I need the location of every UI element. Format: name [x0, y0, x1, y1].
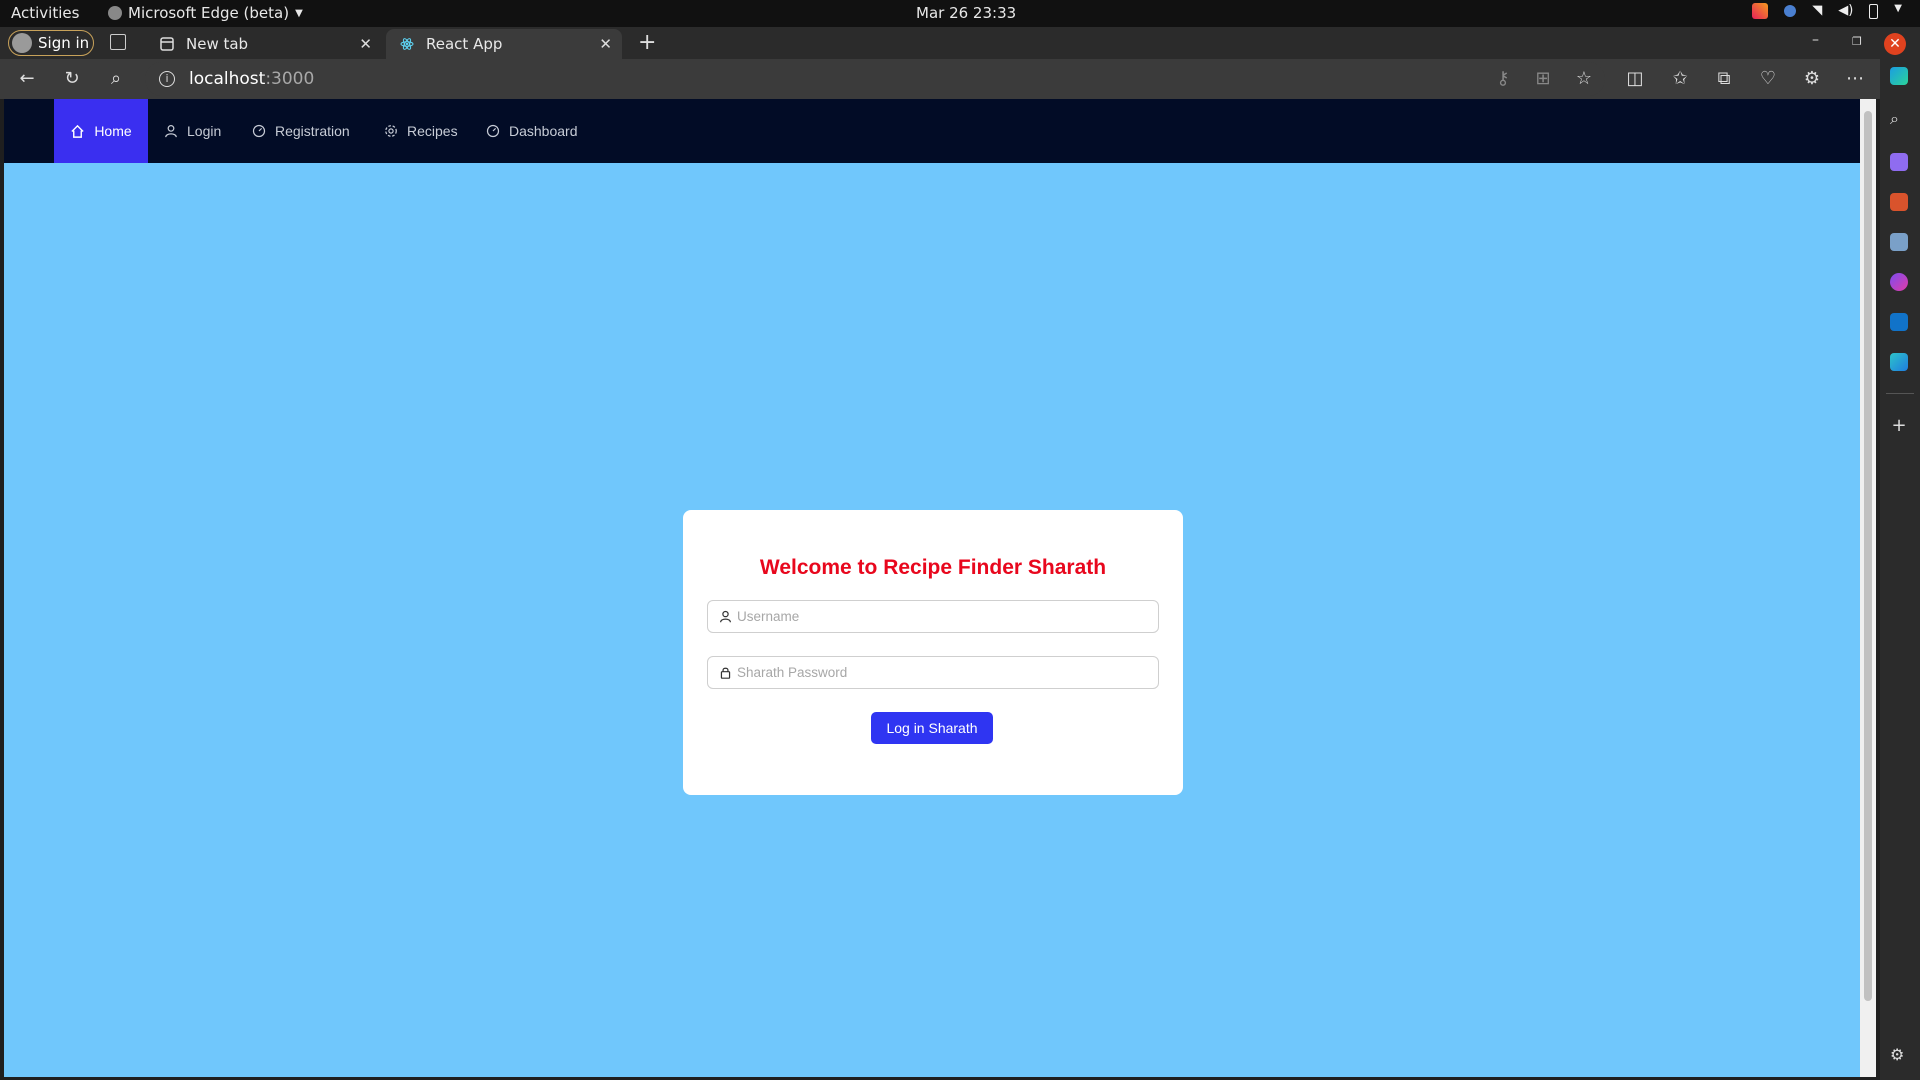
tab-actions-icon[interactable]	[110, 34, 126, 50]
home-icon	[71, 124, 84, 138]
search-icon[interactable]: ⌕	[106, 69, 126, 89]
url-host: localhost	[189, 69, 266, 89]
close-tab-icon[interactable]: ✕	[599, 35, 612, 53]
favorite-star-icon[interactable]: ☆	[1574, 69, 1594, 89]
volume-icon: ◀)	[1838, 3, 1854, 18]
login-button[interactable]: Log in Sharath	[871, 712, 993, 744]
scrollbar-thumb[interactable]	[1864, 111, 1872, 1001]
clock[interactable]: Mar 26 23:33	[916, 4, 1016, 22]
profile-sign-in-button[interactable]: Sign in	[8, 30, 94, 56]
tab-react-app[interactable]: React App ✕	[386, 29, 622, 59]
address-bar[interactable]: i localhost :3000	[145, 62, 1605, 96]
battery-icon	[1869, 3, 1879, 19]
copilot-icon[interactable]	[1890, 67, 1908, 85]
user-icon	[720, 610, 731, 623]
dashboard-icon	[252, 124, 266, 138]
tab-strip: Sign in New tab ✕ React App ✕ + – ❐	[0, 27, 1920, 59]
newtab-icon	[160, 37, 174, 51]
settings-gear-icon[interactable]: ⚙	[1890, 1045, 1908, 1064]
performance-icon[interactable]: ♡	[1758, 69, 1778, 89]
tools-icon[interactable]	[1890, 193, 1908, 211]
username-placeholder: Username	[737, 609, 800, 624]
refresh-icon[interactable]: ↻	[62, 69, 82, 89]
password-placeholder: Sharath Password	[737, 665, 848, 680]
nav-home[interactable]: Home	[54, 99, 148, 163]
login-card: Welcome to Recipe Finder Sharath Usernam…	[683, 510, 1183, 795]
nav-registration-label: Registration	[275, 123, 350, 139]
system-tray[interactable]: ◥ ◀) ▼	[1752, 3, 1902, 19]
password-input[interactable]: Sharath Password	[707, 656, 1159, 689]
nav-registration[interactable]: Registration	[252, 99, 350, 163]
sign-in-label: Sign in	[38, 34, 90, 52]
user-icon	[165, 124, 177, 138]
minimize-icon[interactable]: –	[1812, 32, 1819, 48]
status-icon	[1784, 5, 1797, 17]
nav-login-label: Login	[187, 123, 222, 139]
site-navbar: Home Login Registration Recipes Dashboar…	[4, 99, 1860, 163]
avatar-icon	[12, 33, 32, 53]
system-menu-icon: ▼	[1894, 3, 1902, 14]
os-top-bar: Activities Microsoft Edge (beta) ▼ Mar 2…	[0, 0, 1920, 27]
app-menu[interactable]: Microsoft Edge (beta) ▼	[108, 4, 303, 22]
username-input[interactable]: Username	[707, 600, 1159, 633]
search-icon[interactable]: ⌕	[1890, 109, 1908, 128]
close-tab-icon[interactable]: ✕	[359, 35, 372, 53]
send-icon[interactable]	[1890, 353, 1908, 371]
outlook-icon[interactable]	[1890, 313, 1908, 331]
nav-dashboard-label: Dashboard	[509, 123, 578, 139]
close-window-icon[interactable]: ✕	[1884, 33, 1906, 55]
restore-icon[interactable]: ❐	[1852, 35, 1862, 48]
more-menu-icon[interactable]: ⋯	[1845, 69, 1865, 89]
extensions-icon[interactable]: ⚙	[1802, 69, 1822, 89]
activities-button[interactable]: Activities	[11, 4, 79, 22]
nav-recipes[interactable]: Recipes	[384, 99, 458, 163]
tab-title: New tab	[186, 35, 249, 53]
sidebar-divider	[1886, 393, 1914, 394]
split-screen-icon[interactable]: ◫	[1625, 69, 1645, 89]
key-icon[interactable]: ⚷	[1493, 69, 1513, 89]
new-tab-plus-icon[interactable]: +	[638, 30, 656, 55]
office-icon[interactable]	[1890, 273, 1908, 291]
nav-recipes-label: Recipes	[407, 123, 458, 139]
collections-icon[interactable]: ⧉	[1714, 69, 1734, 89]
login-title: Welcome to Recipe Finder Sharath	[759, 556, 1107, 579]
back-icon[interactable]: ←	[17, 69, 37, 89]
tab-title: React App	[426, 35, 503, 53]
dropdown-icon: ▼	[295, 7, 303, 19]
react-icon	[400, 38, 414, 50]
games-icon[interactable]	[1890, 233, 1908, 251]
app-name: Microsoft Edge (beta)	[128, 4, 290, 22]
nav-login[interactable]: Login	[164, 99, 221, 163]
nav-dashboard[interactable]: Dashboard	[486, 99, 578, 163]
edge-sidebar: ⌕ + ⚙	[1880, 59, 1920, 1080]
site-info-icon[interactable]: i	[159, 71, 175, 87]
wifi-icon: ◥	[1812, 3, 1823, 18]
web-viewport: Home Login Registration Recipes Dashboar…	[4, 99, 1860, 1077]
nav-home-label: Home	[94, 123, 132, 139]
page-scrollbar[interactable]	[1860, 99, 1876, 1077]
browser-toolbar: ← ↻ ⌕ i localhost :3000 ⚷ ⊞ ☆ ◫ ✩ ⧉ ♡ ⚙ …	[0, 59, 1920, 99]
edge-app-icon	[108, 6, 122, 20]
lock-icon	[720, 667, 731, 679]
apps-icon[interactable]: ⊞	[1533, 69, 1553, 89]
favorites-icon[interactable]: ✩	[1670, 69, 1690, 89]
dashboard-icon	[486, 124, 500, 138]
url-port: :3000	[265, 69, 315, 89]
gear-icon	[385, 125, 397, 137]
colorful-app-icon	[1752, 3, 1769, 19]
tab-new-tab[interactable]: New tab ✕	[146, 29, 382, 59]
shopping-tag-icon[interactable]	[1890, 153, 1908, 171]
add-icon[interactable]: +	[1890, 415, 1908, 436]
